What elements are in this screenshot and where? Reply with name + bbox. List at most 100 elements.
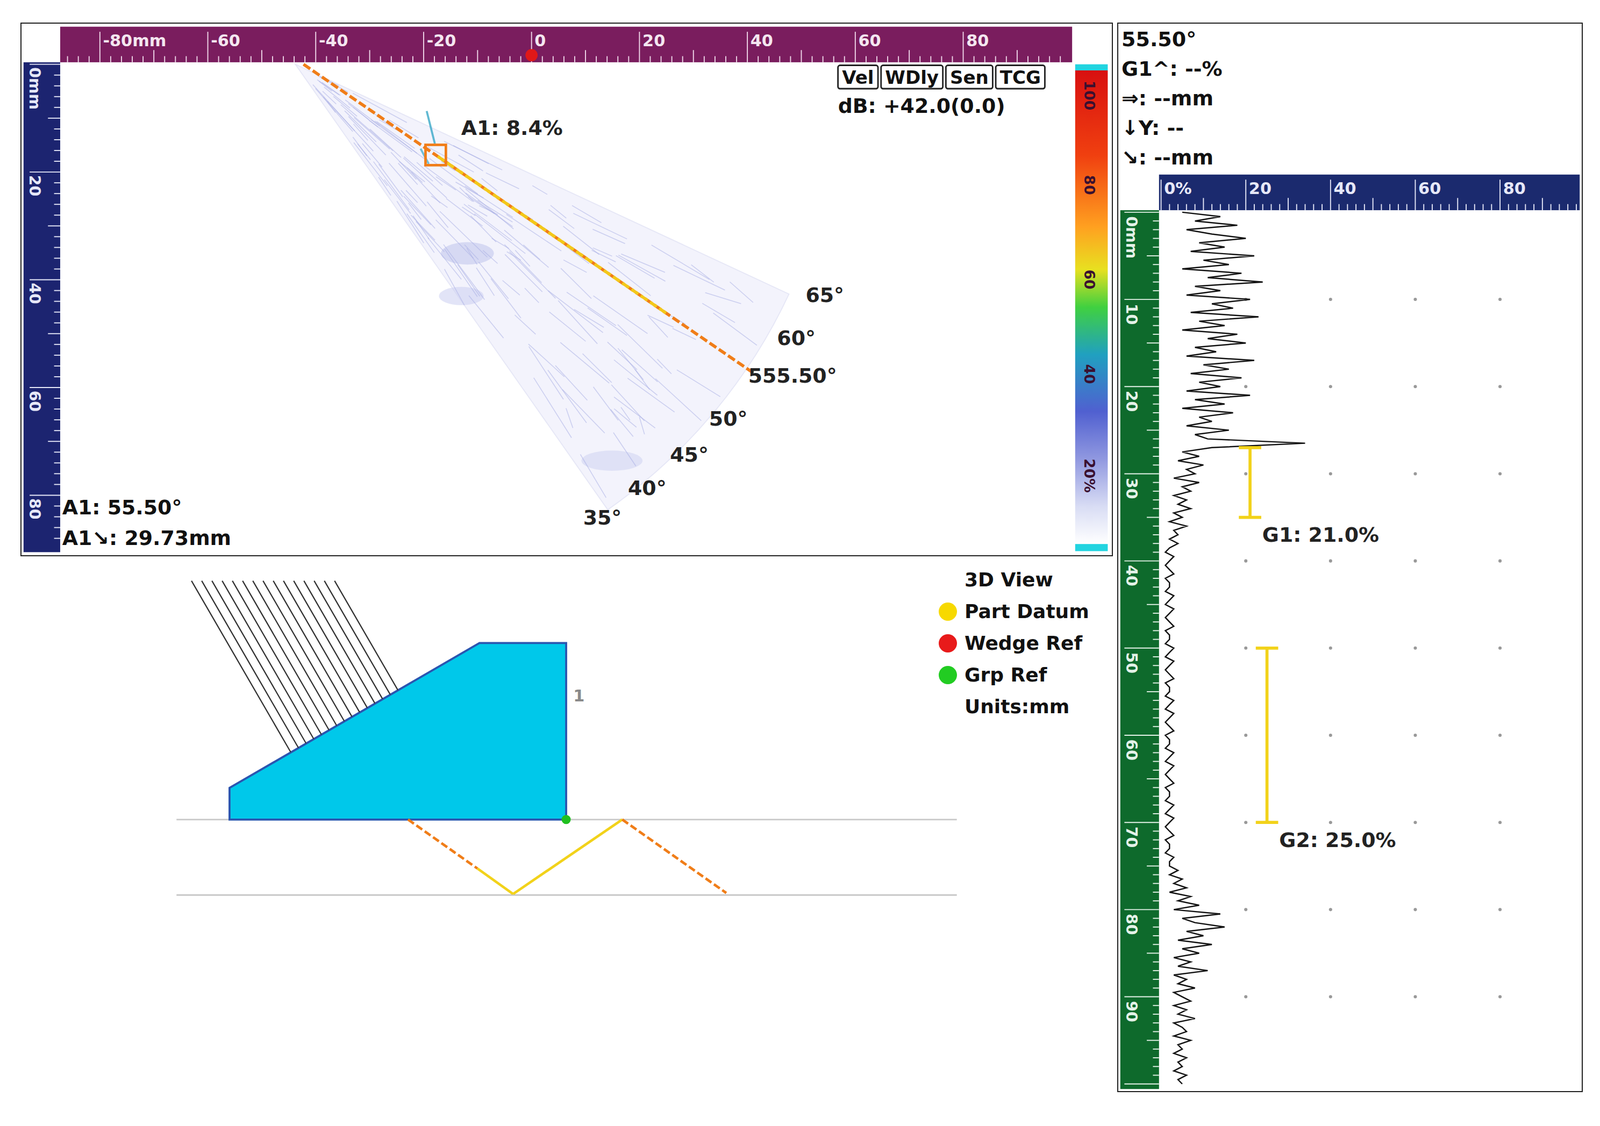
amplitude-palette: 100 80 60 40 20% <box>1075 64 1109 552</box>
palette-label: 80 <box>1081 175 1098 196</box>
depth-ruler: 0mm102030405060708090 <box>1120 210 1160 1090</box>
legend-label: Grp Ref <box>964 659 1047 691</box>
legend-item: Part Datum <box>938 595 1113 628</box>
gate[interactable]: G2: 25.0% <box>1255 648 1397 853</box>
gain-readout: dB: +42.0(0.0) <box>838 94 1006 118</box>
toolbar-button-label[interactable]: Vel <box>841 66 874 89</box>
gate-bar[interactable] <box>1265 648 1269 823</box>
ruler-label: 80 <box>1122 913 1141 936</box>
gate-label: G2: 25.0% <box>1279 828 1396 853</box>
beam-path <box>408 819 727 895</box>
gate-end[interactable] <box>1255 820 1279 825</box>
angle-cursor[interactable] <box>303 64 755 374</box>
legend-label: Part Datum <box>964 595 1090 628</box>
horizontal-ruler: -80mm-60-40-20020406080 <box>60 26 1073 63</box>
gate-bar[interactable] <box>1248 447 1252 518</box>
gate[interactable]: G1: 21.0% <box>1238 447 1380 547</box>
palette-label: 40 <box>1081 363 1098 384</box>
ruler-label: 50 <box>1122 652 1141 674</box>
palette-label: 60 <box>1081 269 1098 290</box>
toolbar-button-label[interactable]: TCG <box>1000 66 1041 89</box>
angle-label: 65° <box>805 283 845 307</box>
marker-label: A1: 8.4% <box>461 116 563 140</box>
ascan-readout: ↘: --mm <box>1121 143 1582 173</box>
ruler-label: 0mm <box>25 67 44 110</box>
ruler-label: 40 <box>750 31 774 50</box>
probe-position-marker <box>525 48 538 62</box>
toolbar-button-label[interactable]: Sen <box>950 66 989 89</box>
ascan-waveform <box>1165 212 1306 1085</box>
ruler-label: 80 <box>1503 179 1526 198</box>
wedge <box>229 643 567 820</box>
ruler-label: 30 <box>1122 477 1141 500</box>
ruler-label: 0 <box>534 31 546 50</box>
cursor-angle-label: 555.50° <box>748 363 838 388</box>
gate-end[interactable] <box>1238 516 1262 520</box>
gate-label: G1: 21.0% <box>1262 523 1380 547</box>
cursor-segment <box>437 156 668 314</box>
a1-marker[interactable] <box>425 144 446 166</box>
ruler-label: 20 <box>1122 390 1141 413</box>
ruler-label: -60 <box>210 31 241 50</box>
angle-label: 45° <box>669 443 709 467</box>
ruler-label: 0% <box>1163 179 1192 198</box>
ruler-label: 20 <box>25 175 44 197</box>
ascan-panel: 55.50°G1^: --%⇒: --mm↓Y: --↘: --mm 0% 20 4… <box>1117 22 1583 1093</box>
ascan-plot: 0% 20 40 60 80 0mm 10 20 30 40 50 60 70 80 90 G1: 21.0%… <box>1118 172 1582 1092</box>
angle-label: 50° <box>709 406 748 431</box>
sscan-view: -80mm-60-40-200204060800mm2040608035°40°… <box>21 23 1112 556</box>
legend-dot-icon <box>938 634 957 653</box>
vertical-ruler: 0mm 20 40 60 80 <box>23 62 61 553</box>
group-ref-point <box>561 815 571 825</box>
legend-title: 3D View <box>938 563 1113 596</box>
ruler-label: -20 <box>426 31 457 50</box>
ruler-label: 80 <box>966 31 989 50</box>
toolbar-button[interactable] <box>945 65 993 89</box>
ruler-label: 0mm <box>1122 216 1141 259</box>
legend-dot-icon <box>938 602 957 621</box>
ruler-label: -80mm <box>102 31 167 50</box>
toolbar-button-label[interactable]: WDly <box>884 66 939 89</box>
ruler-label: 90 <box>1122 1001 1141 1023</box>
sscan-readout: A1: 55.50° <box>62 495 183 520</box>
palette-label: 20% <box>1081 458 1098 493</box>
ruler-label: 40 <box>1333 179 1356 198</box>
sscan-toolbar: Vel WDly Sen TCG <box>838 65 1046 89</box>
ruler-label: 70 <box>1122 826 1141 849</box>
ruler-label: 40 <box>25 282 44 304</box>
sscan-panel: -80mm-60-40-200204060800mm2040608035°40°… <box>20 22 1113 557</box>
part-bottom-surface <box>176 894 957 897</box>
sscan-readout: A1↘: 29.73mm <box>62 526 232 550</box>
sector-image <box>295 64 789 511</box>
gate-start[interactable] <box>1255 646 1279 650</box>
probe-elements <box>191 581 398 753</box>
element-number: 1 <box>573 686 585 706</box>
ruler-label: 20 <box>642 31 666 50</box>
gate-start[interactable] <box>1238 446 1262 450</box>
ascan-readouts: 55.50°G1^: --%⇒: --mm↓Y: --↘: --mm <box>1118 23 1582 173</box>
legend-dot-icon <box>938 666 957 685</box>
ascan-readout: ↓Y: -- <box>1121 113 1582 144</box>
instrument-screen: -80mm-60-40-200204060800mm2040608035°40°… <box>0 0 1600 1094</box>
toolbar-button[interactable] <box>881 65 944 89</box>
ruler-label: 60 <box>25 390 44 412</box>
ruler-label: 80 <box>25 498 44 520</box>
legend-item: Wedge Ref <box>938 627 1113 660</box>
grid-dots <box>1244 297 1502 999</box>
legend-item: Grp Ref <box>938 659 1113 691</box>
toolbar-button[interactable] <box>838 65 878 89</box>
angle-label: 40° <box>627 476 667 500</box>
angle-label: 60° <box>776 326 816 351</box>
ruler-label: 10 <box>1122 303 1141 326</box>
angle-label: 35° <box>583 505 623 530</box>
ruler-label: 60 <box>1418 179 1441 198</box>
ascan-readout: ⇒: --mm <box>1121 83 1582 114</box>
ascan-readout: G1^: --% <box>1121 54 1582 84</box>
ruler-label: 60 <box>858 31 882 50</box>
palette-label: 100 <box>1081 80 1098 111</box>
ascan-readout: 55.50° <box>1121 24 1582 55</box>
amplitude-ruler: 0% 20 40 60 80 <box>1159 174 1580 211</box>
ruler-label: 20 <box>1248 179 1272 198</box>
toolbar-button[interactable] <box>995 65 1045 89</box>
sector-texture <box>312 76 757 498</box>
